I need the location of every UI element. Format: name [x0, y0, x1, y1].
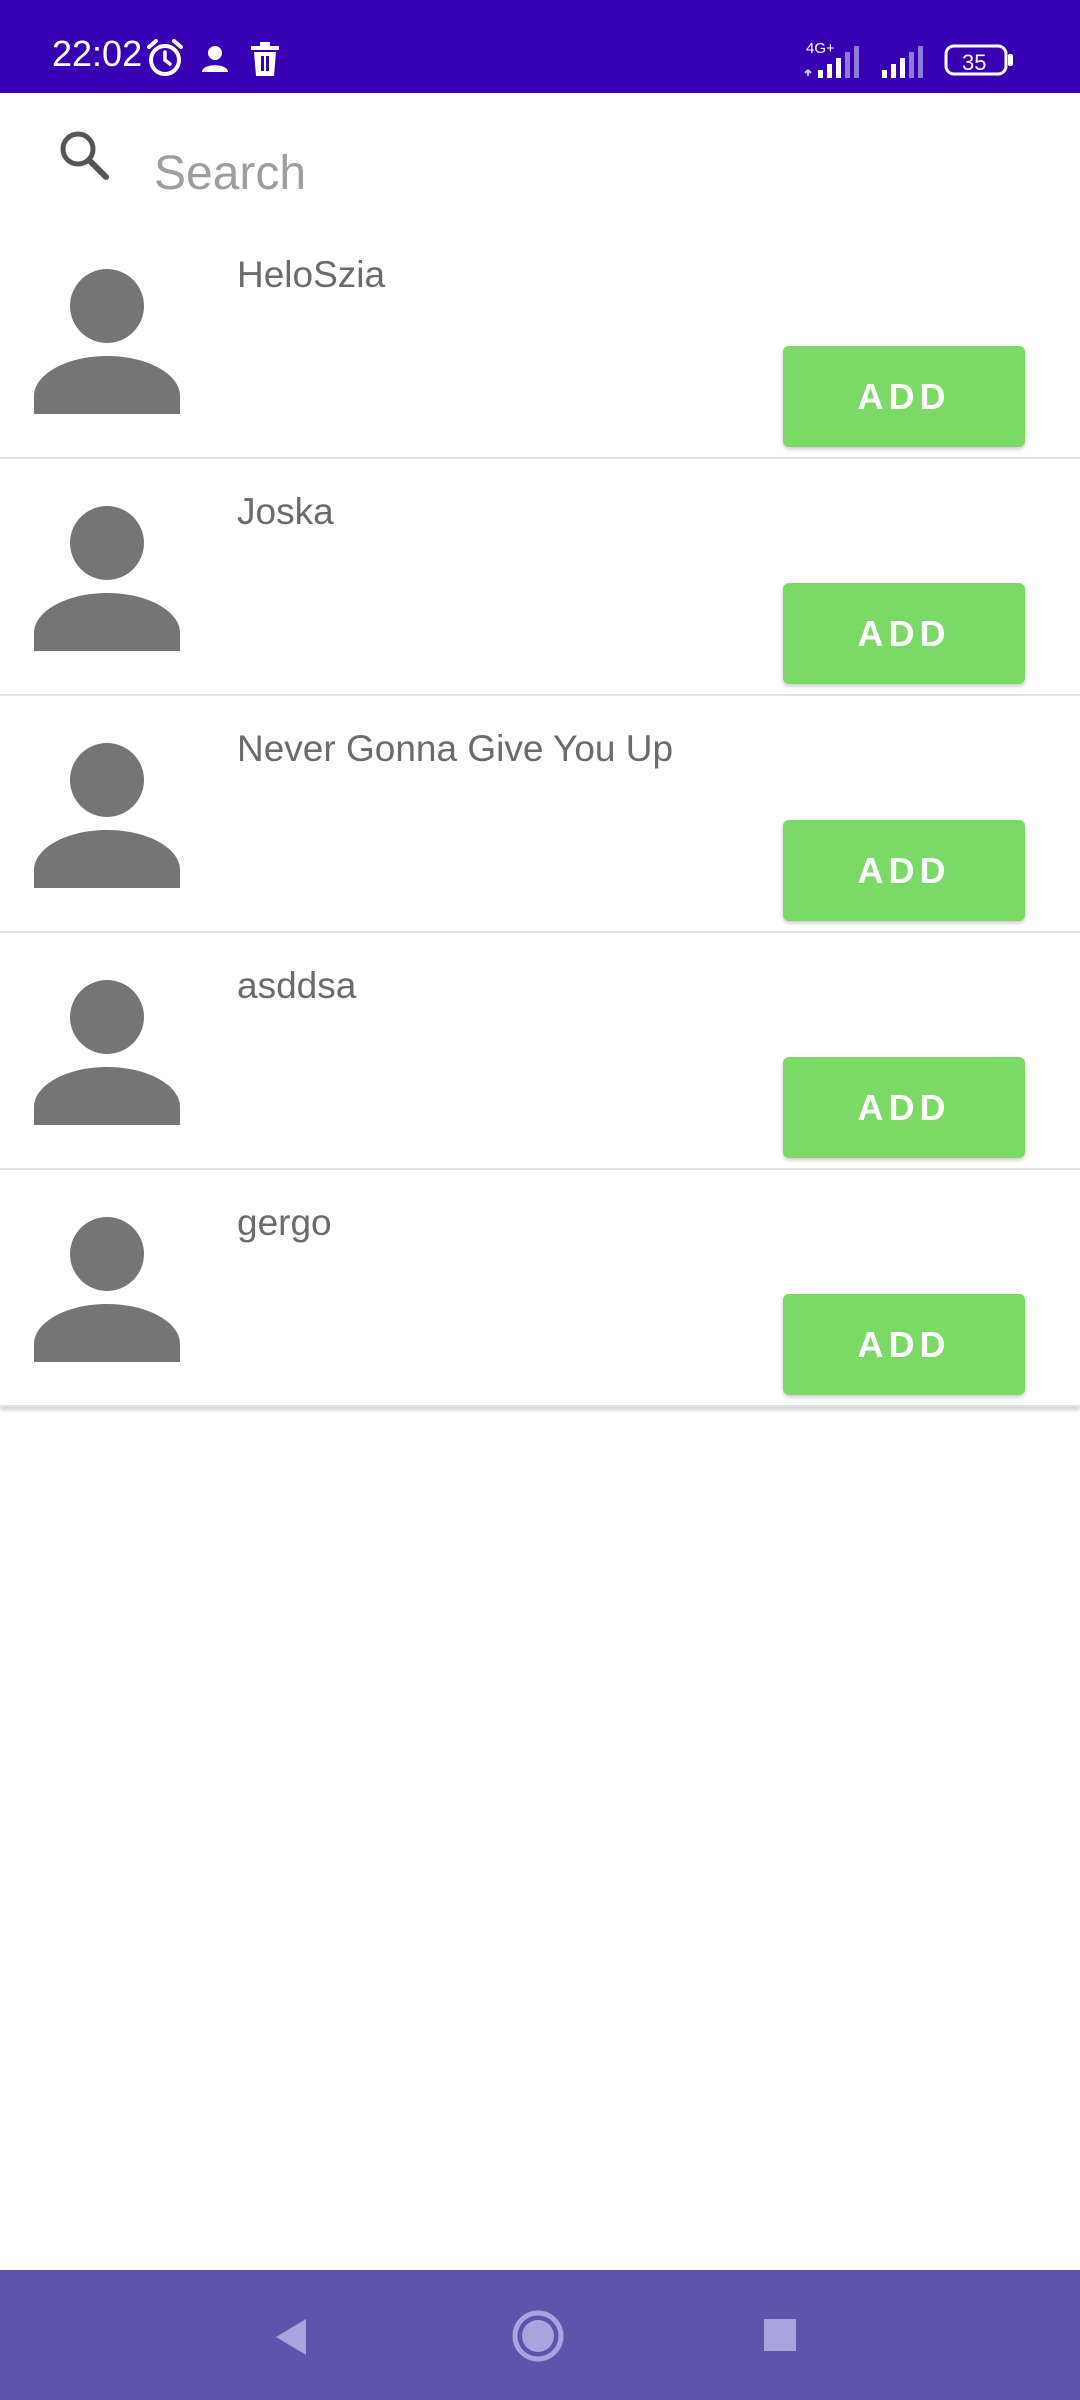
list-item: Joska ADD: [0, 459, 1080, 696]
add-button[interactable]: ADD: [783, 583, 1025, 684]
trash-icon: [250, 42, 280, 86]
add-button[interactable]: ADD: [783, 346, 1025, 447]
recents-icon[interactable]: [762, 2317, 798, 2358]
list-item: Never Gonna Give You Up ADD: [0, 696, 1080, 933]
user-name: HeloSzia: [237, 254, 386, 295]
add-button[interactable]: ADD: [783, 1294, 1025, 1395]
network-label: 4G+: [806, 40, 835, 57]
navigation-bar: [0, 2270, 1080, 2400]
search-input[interactable]: [132, 124, 1058, 224]
user-name: Never Gonna Give You Up: [237, 728, 674, 769]
add-button[interactable]: ADD: [783, 1057, 1025, 1158]
avatar-icon: [34, 505, 180, 651]
list-item: gergo ADD: [0, 1170, 1080, 1407]
back-icon[interactable]: [270, 2315, 310, 2364]
user-list: HeloSzia ADD Joska ADD Never Gonna Give …: [0, 222, 1080, 1407]
alarm-icon: [146, 38, 184, 82]
status-bar: 22:02 4G+ 35: [0, 0, 1080, 93]
person-icon: [200, 44, 230, 88]
avatar-icon: [34, 1216, 180, 1362]
user-name: Joska: [237, 491, 334, 532]
list-item: asddsa ADD: [0, 933, 1080, 1170]
avatar-icon: [34, 979, 180, 1125]
home-icon[interactable]: [510, 2308, 566, 2369]
search-icon[interactable]: [56, 127, 112, 188]
status-time: 22:02: [52, 33, 143, 74]
signal-icon: [880, 40, 934, 84]
battery-level: 35: [962, 50, 987, 75]
user-name: gergo: [237, 1202, 332, 1243]
avatar-icon: [34, 268, 180, 414]
user-name: asddsa: [237, 965, 357, 1006]
list-item: HeloSzia ADD: [0, 222, 1080, 459]
avatar-icon: [34, 742, 180, 888]
add-button[interactable]: ADD: [783, 820, 1025, 921]
